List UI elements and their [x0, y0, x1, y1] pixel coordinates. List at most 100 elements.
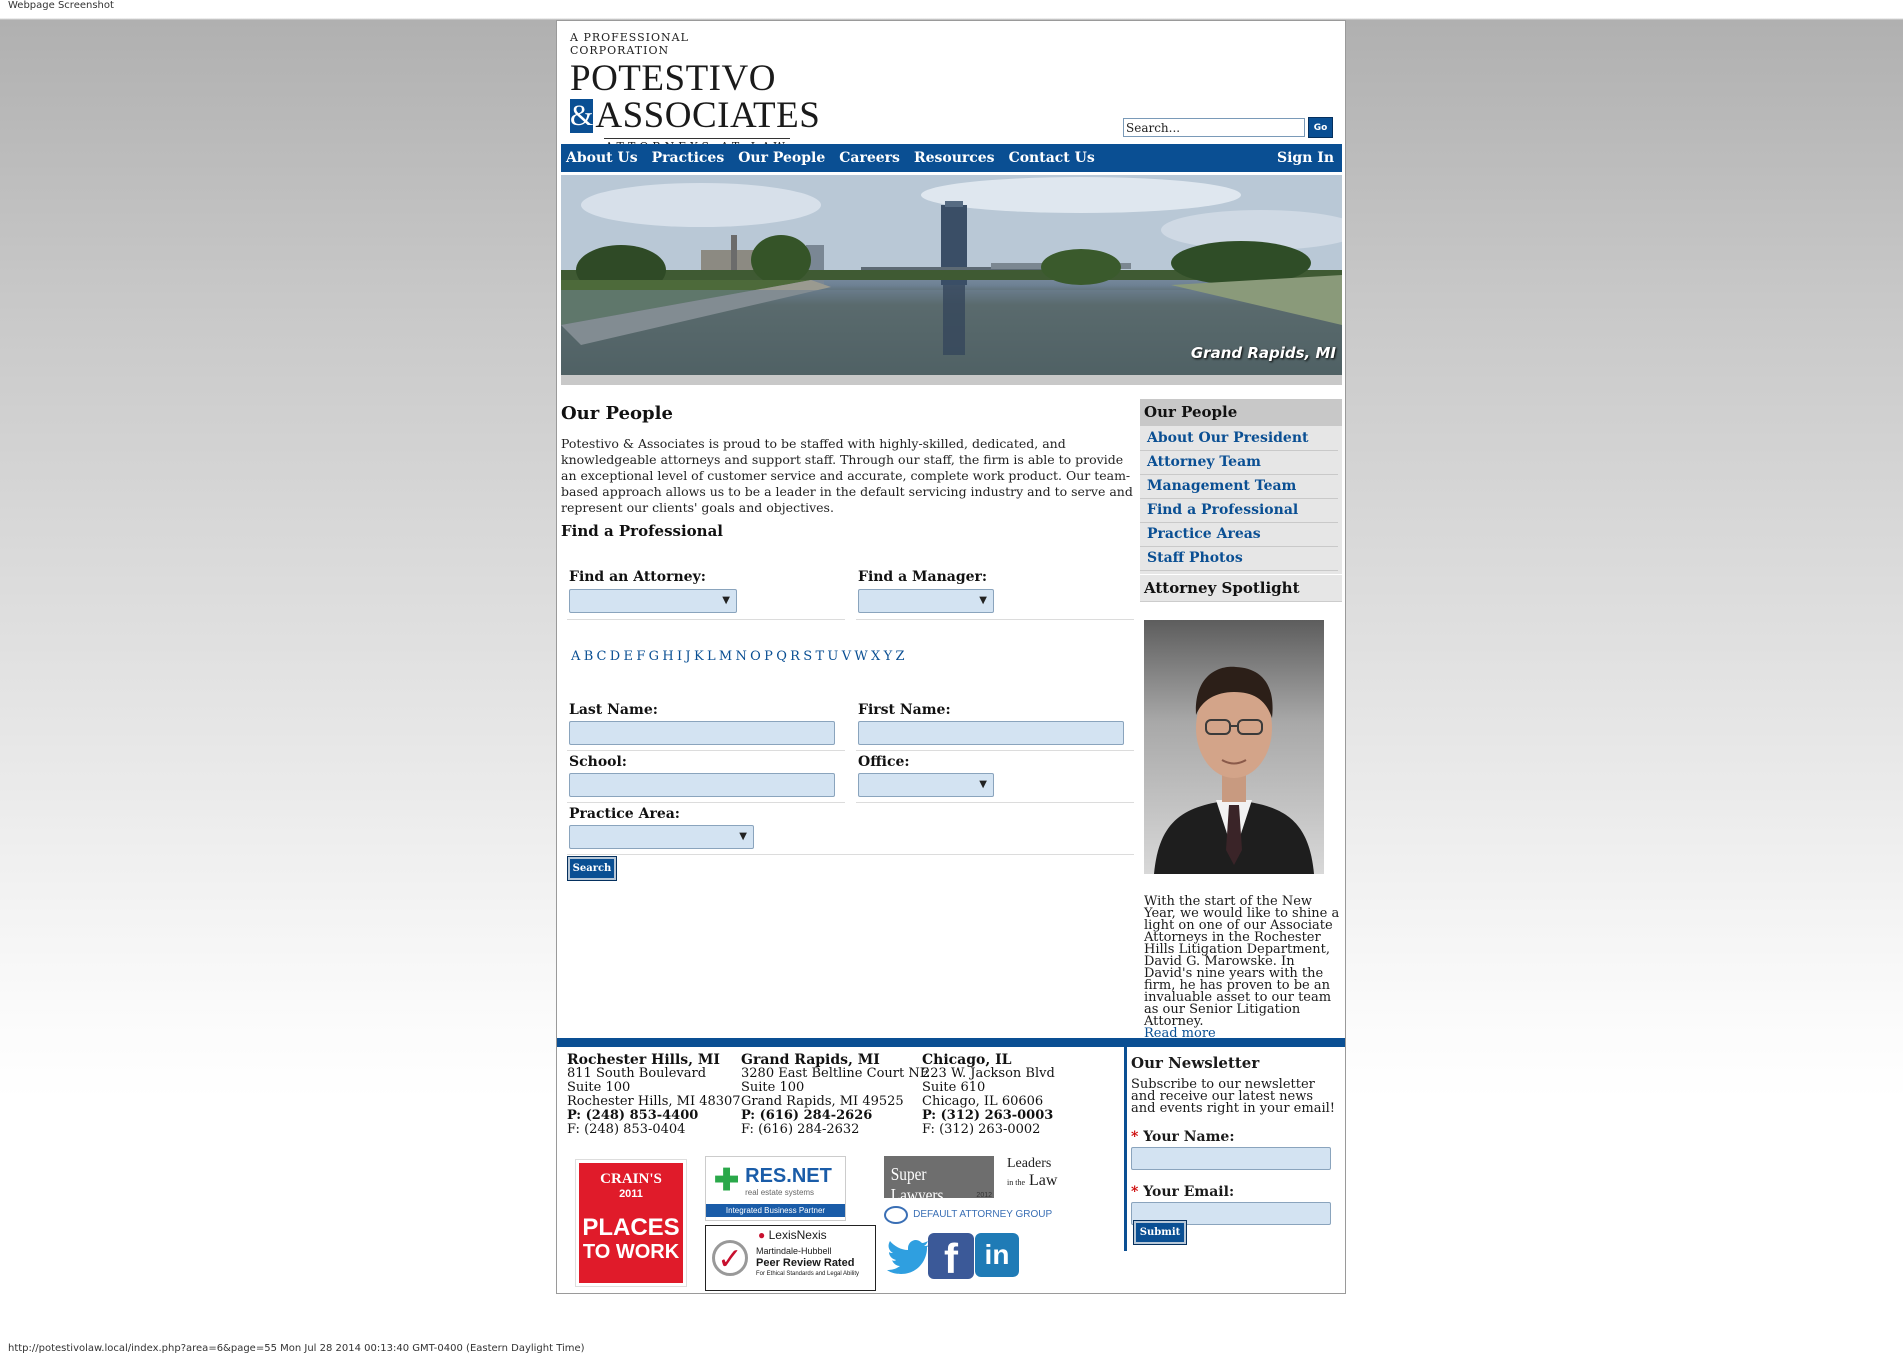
sidebar-link-staff-photos[interactable]: Staff Photos	[1140, 547, 1338, 571]
alpha-link-v[interactable]: V	[842, 649, 851, 664]
office-address-2: Suite 100	[741, 1080, 805, 1095]
dag-logo-icon	[884, 1205, 908, 1224]
alpha-link-q[interactable]: Q	[776, 649, 787, 664]
super-lawyers-badge[interactable]: Super Lawyers 2012	[884, 1156, 994, 1205]
last-name-input[interactable]	[569, 721, 835, 745]
find-attorney-select[interactable]: ▼	[569, 589, 737, 613]
office-city: Grand Rapids, MI	[741, 1052, 880, 1068]
find-professional-heading: Find a Professional	[561, 522, 724, 540]
banner-bottom-strip	[561, 375, 1342, 385]
search-input[interactable]	[1123, 118, 1305, 137]
logo-line-1: POTESTIVO	[570, 58, 776, 99]
peer-review-sub: For Ethical Standards and Legal Ability	[756, 1271, 860, 1277]
first-name-input[interactable]	[858, 721, 1124, 745]
nav-about-us[interactable]: About Us	[566, 150, 638, 166]
sidebar-link-find-professional[interactable]: Find a Professional	[1140, 499, 1338, 523]
nav-practices[interactable]: Practices	[652, 150, 725, 166]
alpha-link-f[interactable]: F	[636, 649, 645, 664]
alpha-link-i[interactable]: I	[677, 649, 682, 664]
resnet-badge-name: RES.NET	[745, 1164, 832, 1187]
office-address-1: 223 W. Jackson Blvd	[922, 1066, 1055, 1081]
logo-corp-label: A PROFESSIONAL CORPORATION	[570, 31, 689, 57]
sidebar-link-about-president[interactable]: About Our President	[1140, 427, 1338, 451]
sidebar: Our People About Our President Attorney …	[1140, 399, 1342, 602]
sidebar-link-management-team[interactable]: Management Team	[1140, 475, 1338, 499]
school-input[interactable]	[569, 773, 835, 797]
leaders-in-the: in the	[1007, 1178, 1025, 1187]
office-chicago: Chicago, IL 223 W. Jackson Blvd Suite 61…	[922, 1053, 1055, 1137]
nav-sign-in[interactable]: Sign In	[1277, 150, 1334, 166]
site-search: Go	[1123, 117, 1333, 138]
office-address-3: Chicago, IL 60606	[922, 1094, 1044, 1109]
footer-divider	[1124, 1047, 1127, 1251]
divider	[567, 619, 845, 620]
alpha-link-m[interactable]: M	[719, 649, 732, 664]
practice-area-select[interactable]: ▼	[569, 825, 754, 849]
crains-badge[interactable]: CRAIN'S 2011 PLACES TO WORK	[575, 1159, 687, 1287]
office-grand-rapids: Grand Rapids, MI 3280 East Beltline Cour…	[741, 1053, 929, 1137]
newsletter-title: Our Newsletter	[1131, 1054, 1260, 1072]
search-button[interactable]: Search	[567, 856, 617, 881]
office-fax: F: (312) 263-0002	[922, 1122, 1041, 1137]
alpha-link-p[interactable]: P	[764, 649, 773, 664]
site-logo[interactable]: A PROFESSIONAL CORPORATION POTESTIVO & A…	[570, 31, 820, 155]
alpha-link-y[interactable]: Y	[884, 649, 893, 664]
office-address-1: 3280 East Beltline Court NE	[741, 1066, 930, 1081]
alpha-link-t[interactable]: T	[815, 649, 824, 664]
school-label: School:	[569, 754, 627, 770]
resnet-badge[interactable]: ✚ RES.NET real estate systems Integrated…	[705, 1156, 846, 1221]
alpha-link-z[interactable]: Z	[896, 649, 905, 664]
alpha-link-h[interactable]: H	[662, 649, 673, 664]
alpha-link-x[interactable]: X	[871, 649, 880, 664]
default-attorney-group-badge[interactable]: DEFAULT ATTORNEY GROUP	[884, 1204, 1059, 1228]
newsletter-submit-button[interactable]: Submit	[1133, 1220, 1187, 1245]
find-manager-select[interactable]: ▼	[858, 589, 994, 613]
martindale-badge[interactable]: ✓ ● LexisNexis Martindale-Hubbell Peer R…	[705, 1225, 876, 1291]
leaders-law: Law	[1029, 1172, 1058, 1189]
alpha-link-r[interactable]: R	[790, 649, 800, 664]
last-name-label: Last Name:	[569, 702, 658, 718]
alpha-link-u[interactable]: U	[827, 649, 838, 664]
office-select[interactable]: ▼	[858, 773, 994, 797]
newsletter-name-label: * Your Name:	[1131, 1129, 1235, 1145]
logo-line-2-text: ASSOCIATES	[595, 95, 821, 136]
attorney-spotlight-photo[interactable]	[1144, 620, 1324, 874]
alpha-link-l[interactable]: L	[707, 649, 716, 664]
nav-careers[interactable]: Careers	[839, 150, 900, 166]
leaders-in-law-badge[interactable]: Leaders in the Law	[1007, 1156, 1077, 1198]
alpha-link-k[interactable]: K	[694, 649, 704, 664]
alpha-link-s[interactable]: S	[803, 649, 812, 664]
office-label: Office:	[858, 754, 910, 770]
alpha-link-a[interactable]: A	[571, 649, 580, 664]
nav-resources[interactable]: Resources	[914, 150, 995, 166]
alpha-link-g[interactable]: G	[649, 649, 659, 664]
sidebar-link-practice-areas[interactable]: Practice Areas	[1140, 523, 1338, 547]
linkedin-icon[interactable]: in	[975, 1233, 1025, 1283]
nav-contact-us[interactable]: Contact Us	[1009, 150, 1095, 166]
alpha-link-n[interactable]: N	[736, 649, 747, 664]
alpha-link-b[interactable]: B	[584, 649, 594, 664]
nav-our-people[interactable]: Our People	[738, 150, 825, 166]
page-title: Our People	[561, 403, 673, 424]
alpha-link-j[interactable]: J	[685, 649, 690, 664]
page-container: A PROFESSIONAL CORPORATION POTESTIVO & A…	[556, 20, 1346, 1294]
alpha-link-e[interactable]: E	[624, 649, 634, 664]
sidebar-link-attorney-team[interactable]: Attorney Team	[1140, 451, 1338, 475]
screenshot-caption-bottom: http://potestivolaw.local/index.php?area…	[8, 1343, 585, 1354]
search-go-button[interactable]: Go	[1308, 117, 1333, 138]
alpha-link-d[interactable]: D	[610, 649, 620, 664]
super-lawyers-year: 2012	[976, 1192, 992, 1199]
office-address-3: Rochester Hills, MI 48307	[567, 1094, 741, 1109]
main-content: Our People Potestivo & Associates is pro…	[561, 403, 1136, 540]
office-city: Chicago, IL	[922, 1052, 1012, 1068]
newsletter-name-input[interactable]	[1131, 1147, 1331, 1170]
divider	[856, 802, 1134, 803]
alpha-link-o[interactable]: O	[750, 649, 761, 664]
alpha-link-w[interactable]: W	[854, 649, 867, 664]
alpha-link-c[interactable]: C	[597, 649, 607, 664]
logo-line-2: & ASSOCIATES	[570, 97, 820, 134]
office-address-2: Suite 610	[922, 1080, 986, 1095]
twitter-icon[interactable]	[884, 1233, 934, 1283]
footer-bar	[557, 1038, 1345, 1047]
facebook-icon[interactable]: f	[928, 1233, 978, 1283]
